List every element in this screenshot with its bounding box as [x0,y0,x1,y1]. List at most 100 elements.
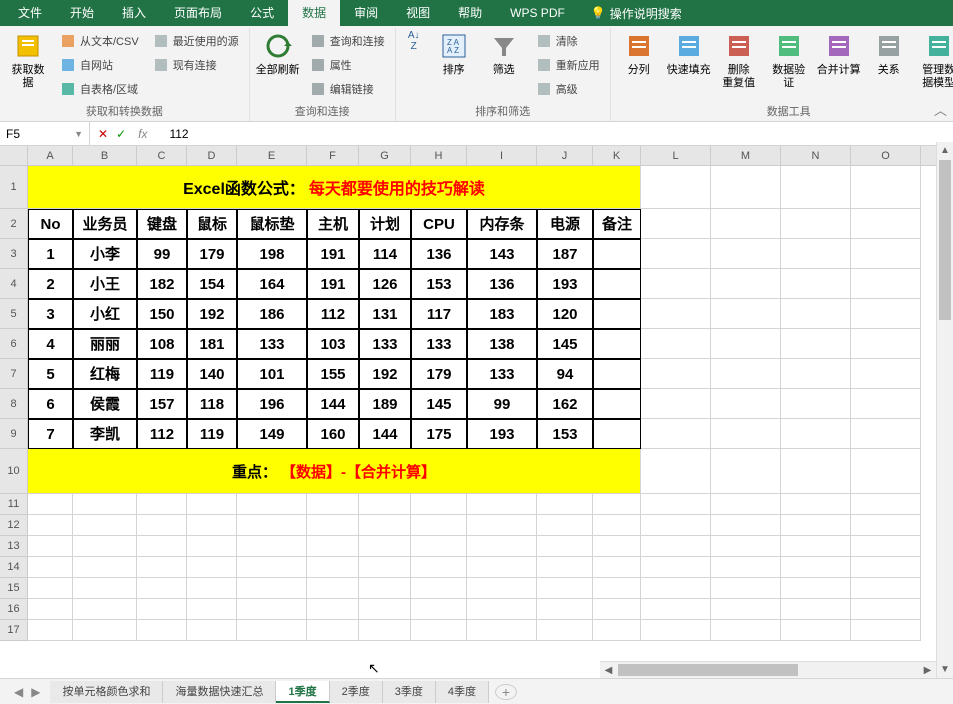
note-cell[interactable]: 重点：【数据】-【合并计算】 [28,449,641,494]
data-cell[interactable] [593,359,641,389]
cell[interactable] [851,536,921,557]
menu-tab-插入[interactable]: 插入 [108,0,160,26]
col-header-A[interactable]: A [28,146,73,165]
col-header-I[interactable]: I [467,146,537,165]
cell[interactable] [711,449,781,494]
scroll-up-icon[interactable]: ▲ [937,142,953,159]
cell[interactable] [781,536,851,557]
cell[interactable] [28,494,73,515]
data-cell[interactable]: 4 [28,329,73,359]
cell[interactable] [187,557,237,578]
cell[interactable] [593,557,641,578]
cell[interactable] [359,599,411,620]
cell[interactable] [467,536,537,557]
table-header[interactable]: 业务员 [73,209,137,239]
sheet-tab[interactable]: 1季度 [276,681,329,703]
table-header[interactable]: 电源 [537,209,593,239]
table-header[interactable]: No [28,209,73,239]
cell[interactable] [307,536,359,557]
cell[interactable] [711,557,781,578]
cell[interactable] [187,578,237,599]
row-header[interactable]: 6 [0,329,28,359]
table-header[interactable]: CPU [411,209,467,239]
cell[interactable] [73,557,137,578]
g3-item-1[interactable]: 重新应用 [532,54,604,76]
cell[interactable] [467,515,537,536]
row-header[interactable]: 4 [0,269,28,299]
cell[interactable] [537,557,593,578]
col-header-O[interactable]: O [851,146,921,165]
cell[interactable] [237,557,307,578]
col-header-J[interactable]: J [537,146,593,165]
data-cell[interactable]: 120 [537,299,593,329]
cell[interactable] [593,494,641,515]
cell[interactable] [411,578,467,599]
cell[interactable] [467,494,537,515]
cell[interactable] [28,557,73,578]
data-cell[interactable]: 133 [359,329,411,359]
menu-tab-页面布局[interactable]: 页面布局 [160,0,236,26]
cell[interactable] [851,494,921,515]
cell[interactable] [237,515,307,536]
cell[interactable] [73,515,137,536]
cell[interactable] [187,515,237,536]
col-header-F[interactable]: F [307,146,359,165]
cell[interactable] [711,494,781,515]
sheet-tab[interactable]: 4季度 [436,681,489,703]
data-cell[interactable]: 112 [137,419,187,449]
cell[interactable] [411,536,467,557]
data-cell[interactable]: 175 [411,419,467,449]
cell[interactable] [73,578,137,599]
menu-tab-视图[interactable]: 视图 [392,0,444,26]
data-cell[interactable]: 144 [307,389,359,419]
cell[interactable] [641,620,711,641]
cell[interactable] [307,515,359,536]
cell[interactable] [641,599,711,620]
cell[interactable] [781,599,851,620]
data-cell[interactable]: 162 [537,389,593,419]
from-text-csv[interactable]: 从文本/CSV [56,30,143,52]
row-header[interactable]: 9 [0,419,28,449]
row-header[interactable]: 10 [0,449,28,494]
cell[interactable] [851,299,921,329]
name-box[interactable]: F5▼ [0,122,90,145]
data-cell[interactable]: 101 [237,359,307,389]
cell[interactable] [537,494,593,515]
row-header[interactable]: 16 [0,599,28,620]
data-tool-2[interactable]: 删除 重复值 [717,30,761,90]
cell[interactable] [187,536,237,557]
cell[interactable] [711,166,781,209]
cell[interactable] [359,494,411,515]
g2-item-0[interactable]: 查询和连接 [306,30,389,52]
data-cell[interactable]: 94 [537,359,593,389]
cell[interactable] [137,620,187,641]
data-cell[interactable] [593,419,641,449]
data-cell[interactable]: 1 [28,239,73,269]
data-cell[interactable]: 112 [307,299,359,329]
cell[interactable] [187,620,237,641]
data-cell[interactable]: 198 [237,239,307,269]
cell[interactable] [851,419,921,449]
data-cell[interactable]: 149 [237,419,307,449]
cell[interactable] [851,166,921,209]
select-all-button[interactable] [0,146,28,165]
row-header[interactable]: 14 [0,557,28,578]
data-cell[interactable] [593,329,641,359]
row-header[interactable]: 1 [0,166,28,209]
cell[interactable] [711,389,781,419]
data-cell[interactable] [593,299,641,329]
cell[interactable] [28,515,73,536]
cell[interactable] [641,494,711,515]
data-cell[interactable]: 191 [307,239,359,269]
cell[interactable] [73,599,137,620]
scroll-thumb[interactable] [939,160,951,320]
scroll-down-icon[interactable]: ▼ [937,661,953,678]
data-cell[interactable] [593,239,641,269]
scroll-thumb[interactable] [618,664,798,676]
cell[interactable] [237,536,307,557]
cell[interactable] [641,359,711,389]
row-header[interactable]: 12 [0,515,28,536]
existing-connections[interactable]: 现有连接 [149,54,243,76]
data-cell[interactable]: 117 [411,299,467,329]
menu-tab-数据[interactable]: 数据 [288,0,340,26]
